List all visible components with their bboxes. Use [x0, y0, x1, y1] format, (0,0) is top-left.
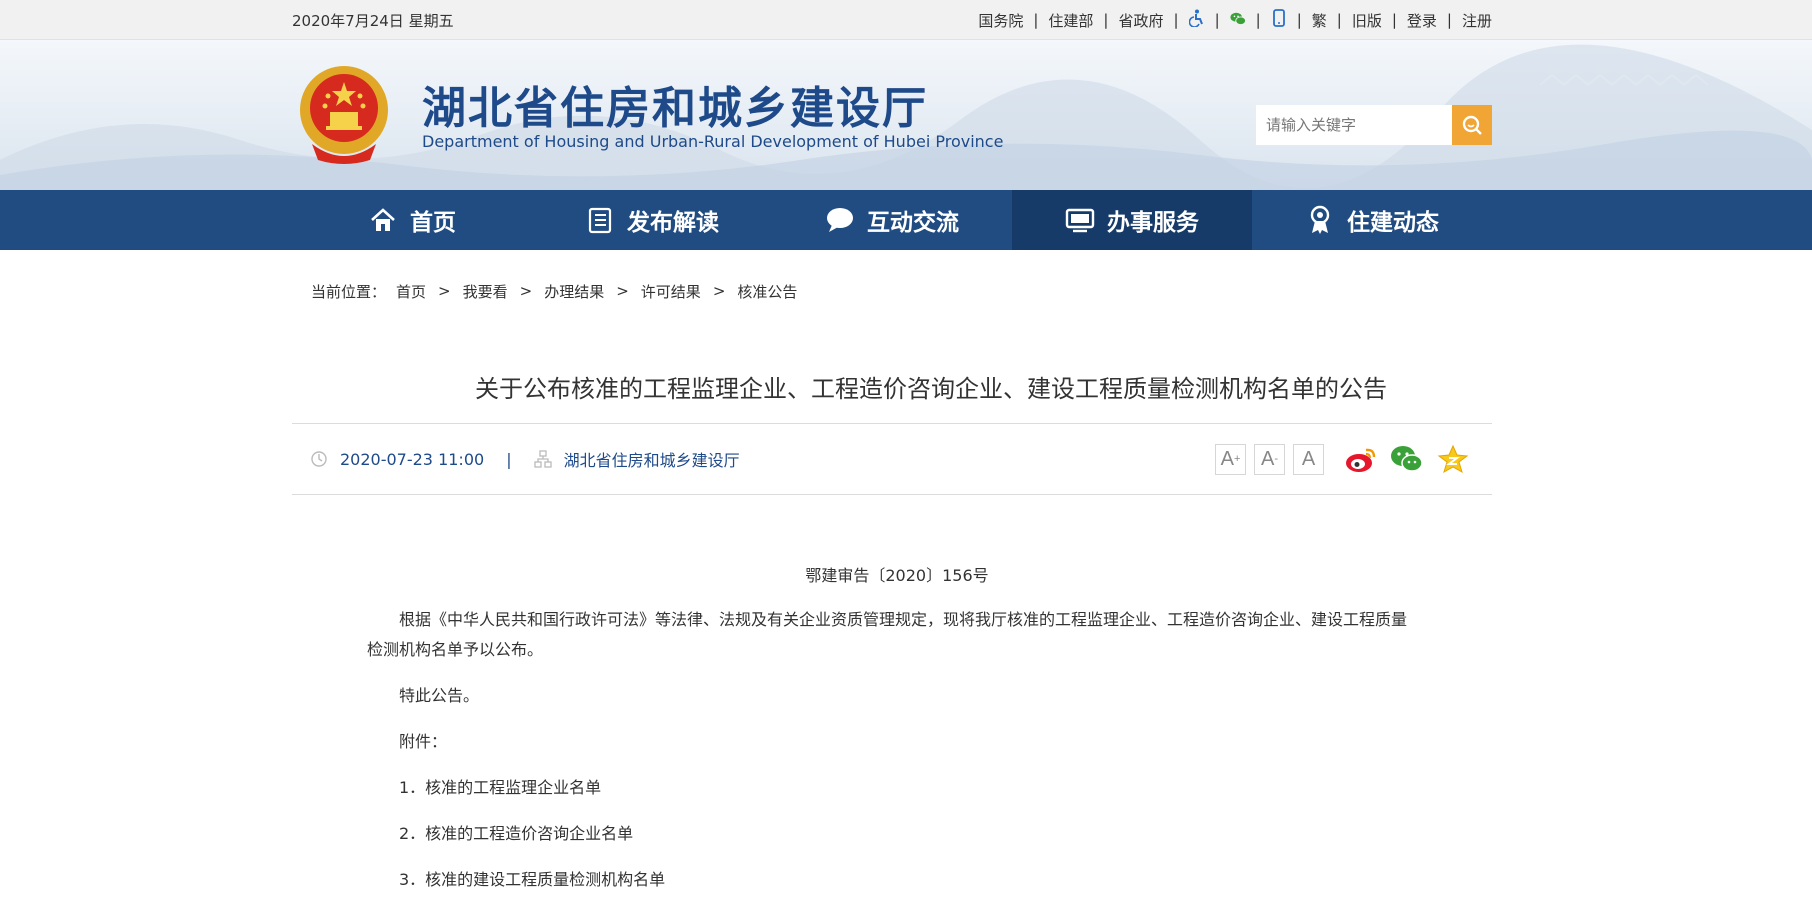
- article-tools: A + A- A: [1207, 442, 1470, 476]
- link-provincial-gov[interactable]: 省政府: [1108, 10, 1173, 31]
- nav-item-publish[interactable]: 发布解读: [532, 190, 772, 250]
- main-nav: 首页 发布解读 互动交流 办事服务 住建动态: [0, 190, 1812, 250]
- traditional-chinese-link[interactable]: 繁: [1302, 10, 1337, 31]
- breadcrumb: 当前位置： 首页 > 我要看 > 办理结果 > 许可结果 > 核准公告: [311, 281, 798, 302]
- top-utility-bar: 2020年7月24日 星期五 国务院 | 住建部 | 省政府 | | | | 繁 | 旧…: [0, 0, 1812, 40]
- wechat-icon: [1230, 10, 1246, 28]
- old-version-link[interactable]: 旧版: [1342, 10, 1392, 31]
- breadcrumb-item-home[interactable]: 首页: [396, 281, 426, 302]
- nav-label: 住建动态: [1347, 210, 1439, 236]
- monitor-icon: [1065, 205, 1095, 235]
- accessibility-icon: [1188, 9, 1205, 27]
- nav-label: 首页: [410, 210, 456, 236]
- weibo-icon: [1346, 448, 1376, 472]
- login-link[interactable]: 登录: [1397, 10, 1447, 31]
- qzone-share-button[interactable]: [1436, 442, 1470, 476]
- paragraph: 根据《中华人民共和国行政许可法》等法律、法规及有关企业资质管理规定，现将我厅核准…: [367, 610, 1408, 659]
- national-emblem-logo: [300, 66, 388, 164]
- award-icon: [1305, 205, 1335, 235]
- nav-label: 办事服务: [1107, 210, 1199, 236]
- site-subtitle: Department of Housing and Urban-Rural De…: [422, 132, 1004, 151]
- attachment-link[interactable]: 2．核准的工程造价咨询企业名单: [367, 819, 1417, 849]
- site-title: 湖北省住房和城乡建设厅: [422, 83, 928, 134]
- breadcrumb-item-results[interactable]: 办理结果: [544, 281, 604, 302]
- attachment-link[interactable]: 3．核准的建设工程质量检测机构名单: [367, 865, 1417, 895]
- link-mohurd[interactable]: 住建部: [1038, 10, 1103, 31]
- current-date: 2020年7月24日 星期五: [292, 11, 454, 30]
- search-box: [1256, 105, 1492, 145]
- nav-item-home[interactable]: 首页: [292, 190, 532, 250]
- mobile-icon: [1271, 9, 1287, 27]
- nav-item-news[interactable]: 住建动态: [1252, 190, 1492, 250]
- accessibility-link[interactable]: [1179, 9, 1215, 31]
- attachment-link[interactable]: 1．核准的工程监理企业名单: [367, 773, 1417, 803]
- document-number: 鄂建审告〔2020〕156号: [805, 566, 989, 585]
- article-datetime: 2020-07-23 11:00: [340, 449, 485, 469]
- search-button[interactable]: [1452, 105, 1492, 145]
- nav-item-interaction[interactable]: 互动交流: [772, 190, 1012, 250]
- wechat-link[interactable]: [1220, 10, 1256, 31]
- paragraph: 附件：: [399, 732, 448, 751]
- wechat-share-button[interactable]: [1390, 442, 1424, 476]
- clock-icon: [310, 450, 328, 468]
- article-title: 关于公布核准的工程监理企业、工程造价咨询企业、建设工程质量检测机构名单的公告: [475, 375, 1387, 403]
- paragraph: 特此公告。: [399, 686, 480, 705]
- font-increase-button[interactable]: A +: [1215, 443, 1246, 475]
- mobile-link[interactable]: [1261, 9, 1297, 31]
- breadcrumb-item-current[interactable]: 核准公告: [737, 281, 797, 302]
- breadcrumb-item-permits[interactable]: 许可结果: [641, 281, 701, 302]
- register-link[interactable]: 注册: [1452, 10, 1492, 31]
- nav-label: 互动交流: [867, 210, 959, 236]
- top-links: 国务院 | 住建部 | 省政府 | | | | 繁 | 旧版 | 登录 | 注册: [968, 9, 1492, 31]
- font-reset-button[interactable]: A: [1293, 443, 1324, 475]
- breadcrumb-prefix: 当前位置：: [311, 282, 387, 301]
- document-icon: [585, 205, 615, 235]
- nav-label: 发布解读: [627, 210, 719, 236]
- article-source: 湖北省住房和城乡建设厅: [563, 451, 740, 470]
- breadcrumb-item-view[interactable]: 我要看: [463, 281, 508, 302]
- site-header: 湖北省住房和城乡建设厅 Department of Housing and Ur…: [0, 40, 1812, 190]
- qzone-star-icon: [1437, 444, 1469, 474]
- chat-bubble-icon: [825, 205, 855, 235]
- source-org-icon: [533, 450, 552, 468]
- wechat-share-icon: [1391, 446, 1423, 472]
- search-input[interactable]: [1256, 105, 1452, 145]
- article-body: 鄂建审告〔2020〕156号 根据《中华人民共和国行政许可法》等法律、法规及有关…: [367, 561, 1417, 895]
- weibo-share-button[interactable]: [1344, 442, 1378, 476]
- search-icon: [1462, 115, 1482, 135]
- nav-item-services[interactable]: 办事服务: [1012, 190, 1252, 250]
- article-meta-bar: 2020-07-23 11:00 | 湖北省住房和城乡建设厅 A + A- A: [292, 423, 1492, 495]
- font-decrease-button[interactable]: A-: [1254, 443, 1285, 475]
- home-icon: [368, 205, 398, 235]
- link-state-council[interactable]: 国务院: [968, 10, 1033, 31]
